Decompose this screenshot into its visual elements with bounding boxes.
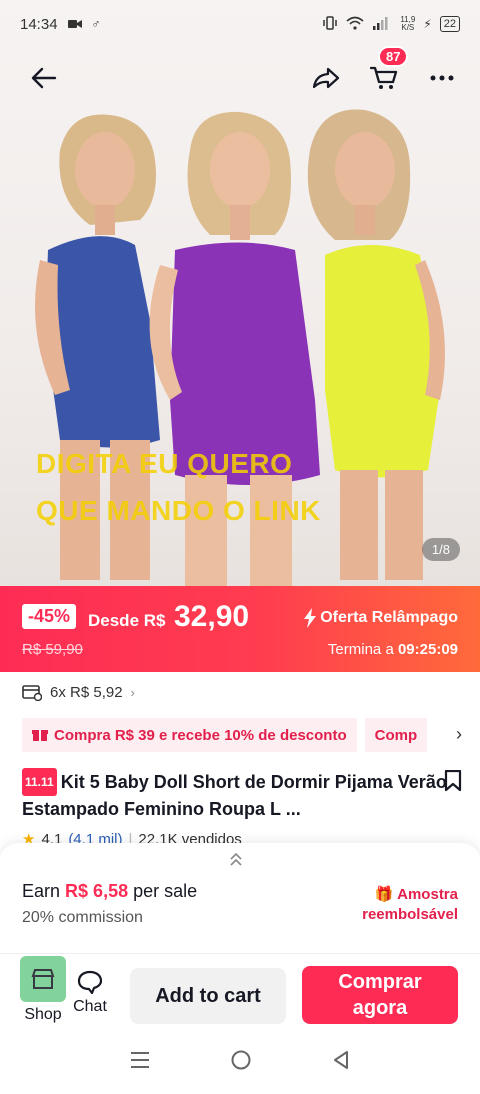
home-circle-icon bbox=[231, 1050, 251, 1070]
promo-more-chevron-icon[interactable]: › bbox=[456, 724, 462, 745]
promo-chips: Compra R$ 39 e recebe 10% de desconto Co… bbox=[22, 718, 480, 752]
status-time: 14:34 bbox=[20, 15, 58, 33]
vibrate-icon bbox=[322, 15, 338, 33]
overlay-caption-line2: QUE MANDO O LINK bbox=[36, 495, 321, 526]
sale-countdown: Termina a 09:25:09 bbox=[327, 641, 458, 658]
current-price: 32,90 bbox=[174, 600, 250, 633]
wifi-icon bbox=[346, 16, 364, 33]
share-arrow-icon bbox=[312, 67, 340, 89]
free-sample-button[interactable]: 🎁 Amostra reembolsável bbox=[362, 885, 458, 925]
net-speed: 11,9 K/S bbox=[400, 15, 416, 32]
back-triangle-icon bbox=[334, 1051, 348, 1069]
expand-chevron-up-icon[interactable] bbox=[228, 851, 244, 872]
status-bar: 14:34 ♂ 11,9 K/S ⚡ 22 bbox=[0, 0, 480, 48]
original-price: R$ 59,90 bbox=[22, 641, 83, 658]
shop-store-icon bbox=[20, 956, 66, 1002]
chevron-right-icon: › bbox=[130, 685, 135, 700]
menu-lines-icon bbox=[131, 1052, 149, 1068]
system-navigation-bar bbox=[0, 1031, 480, 1094]
video-camera-icon bbox=[67, 16, 82, 33]
affiliate-earnings-panel: Earn R$ 6,58 per sale 20% commission 🎁 A… bbox=[0, 843, 480, 953]
bookmark-icon bbox=[444, 769, 462, 792]
overlay-caption-line1: DIGITA EU QUERO bbox=[36, 448, 293, 479]
cart-count-badge: 87 bbox=[378, 46, 409, 67]
lightning-icon bbox=[304, 608, 317, 628]
bottom-action-bar: Shop Chat Add to cart Comprar agora bbox=[0, 953, 480, 1031]
shopping-cart-icon bbox=[370, 66, 398, 89]
top-navigation: 87 bbox=[0, 46, 480, 104]
gift-icon: 🎁 bbox=[374, 886, 394, 903]
notification-icon: ♂ bbox=[91, 17, 101, 31]
price-from-label: Desde R$ bbox=[88, 611, 166, 630]
share-button[interactable] bbox=[308, 60, 344, 96]
more-dots-icon bbox=[430, 75, 454, 81]
flash-sale-label: Oferta Relâmpago bbox=[303, 608, 458, 628]
commission-rate: 20% commission bbox=[22, 909, 143, 926]
gift-ticket-icon bbox=[32, 730, 48, 741]
recent-apps-button[interactable] bbox=[130, 1051, 150, 1074]
chat-button[interactable]: Chat bbox=[70, 970, 110, 1016]
installment-card-icon bbox=[22, 684, 42, 701]
flash-sale-banner: -45% Desde R$ 32,90 R$ 59,90 Oferta Relâ… bbox=[0, 586, 480, 672]
product-title: 11.11 Kit 5 Baby Doll Short de Dormir Pij… bbox=[22, 768, 462, 822]
back-arrow-icon bbox=[31, 67, 57, 89]
battery-level: 22 bbox=[439, 16, 460, 32]
system-back-button[interactable] bbox=[332, 1050, 350, 1075]
home-button[interactable] bbox=[230, 1049, 252, 1076]
model-right bbox=[307, 109, 445, 580]
charging-icon: ⚡ bbox=[423, 17, 432, 31]
promo-chip[interactable]: Comp bbox=[364, 718, 428, 752]
signal-icon bbox=[372, 16, 392, 33]
buy-now-button[interactable]: Comprar agora bbox=[302, 966, 458, 1024]
shop-button[interactable]: Shop bbox=[20, 956, 66, 1024]
chat-bubble-icon bbox=[77, 970, 103, 994]
back-button[interactable] bbox=[26, 60, 62, 96]
bookmark-button[interactable] bbox=[444, 769, 462, 797]
image-page-indicator: 1/8 bbox=[421, 538, 460, 561]
installments-row[interactable]: 6x R$ 5,92 › bbox=[22, 684, 135, 701]
earn-per-sale: Earn R$ 6,58 per sale bbox=[22, 881, 198, 901]
sale-event-tag: 11.11 bbox=[22, 768, 57, 796]
cart-button[interactable]: 87 bbox=[366, 46, 409, 96]
add-to-cart-button[interactable]: Add to cart bbox=[130, 968, 286, 1024]
more-options-button[interactable] bbox=[424, 60, 460, 96]
promo-chip[interactable]: Compra R$ 39 e recebe 10% de desconto bbox=[22, 718, 357, 752]
discount-badge: -45% bbox=[22, 604, 77, 629]
installments-text: 6x R$ 5,92 bbox=[50, 684, 123, 701]
